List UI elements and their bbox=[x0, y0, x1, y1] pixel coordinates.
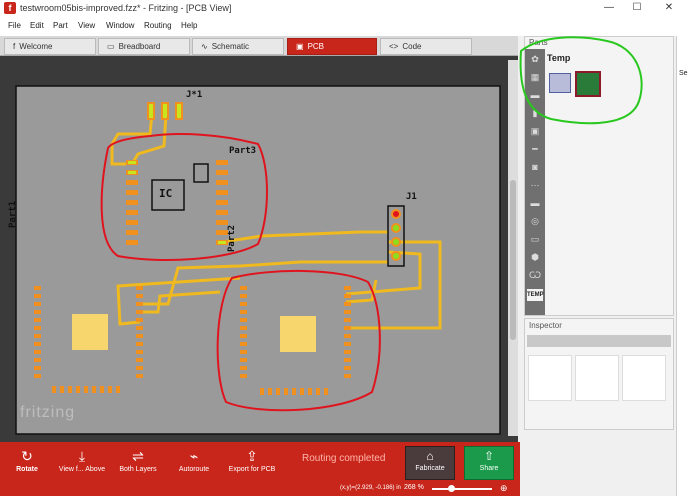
hex-bin-icon[interactable]: ⬢ bbox=[528, 251, 542, 263]
tab-label: Breadboard bbox=[118, 42, 161, 51]
inspector-view-pcb bbox=[622, 355, 666, 401]
fabricate-button[interactable]: ⌂ Fabricate bbox=[405, 446, 455, 480]
parts-panel: Parts ✿ ▦ ▬ ▮ ▣ ━ ◙ ⋯ ▬ ◎ ▭ ⬢ Ѡ TEMP Tem… bbox=[519, 36, 674, 316]
pcb-canvas[interactable]: J*1 J1 Part3 IC Part1 Part2 fritzing bbox=[0, 56, 518, 442]
cursor-coordinates: (x,y)=(2.929, -0.186) in bbox=[340, 485, 401, 491]
pcb-icon: ▣ bbox=[296, 42, 304, 51]
export-pcb-button[interactable]: ⇪ Export for PCB bbox=[224, 446, 280, 473]
view-from-above-label: View f... Above bbox=[58, 466, 106, 473]
right-edge-panel: Se bbox=[676, 36, 690, 496]
both-layers-button[interactable]: ⇌ Both Layers bbox=[114, 446, 162, 473]
view-from-above-button[interactable]: ⤓ View f... Above bbox=[52, 446, 112, 473]
zoom-slider-handle[interactable] bbox=[448, 485, 455, 492]
temp-bin-tab[interactable]: TEMP bbox=[527, 289, 544, 301]
tab-label: Welcome bbox=[19, 42, 53, 51]
share-label: Share bbox=[479, 465, 499, 472]
fritzing-icon: f bbox=[13, 42, 16, 51]
label-jstar1: J*1 bbox=[186, 90, 203, 100]
header-jstar1 bbox=[147, 102, 183, 120]
menu-part[interactable]: Part bbox=[53, 21, 68, 30]
both-layers-label: Both Layers bbox=[119, 466, 157, 473]
fabricate-label: Fabricate bbox=[415, 465, 445, 472]
socket-bin-icon[interactable]: ◙ bbox=[528, 161, 542, 173]
pcb-board bbox=[15, 85, 501, 435]
label-j1: J1 bbox=[406, 192, 417, 202]
view-tabs: f Welcome ▭ Breadboard ∿ Schematic ▣ PCB <> C… bbox=[0, 36, 518, 56]
wireless-bin-icon[interactable]: ◎ bbox=[528, 215, 542, 227]
fritzing-watermark: fritzing bbox=[20, 404, 76, 421]
close-button[interactable]: ✕ bbox=[658, 1, 680, 15]
tab-schematic[interactable]: ∿ Schematic bbox=[192, 38, 284, 55]
fabricate-icon: ⌂ bbox=[426, 449, 434, 463]
more-bin-icon[interactable]: ⋯ bbox=[528, 179, 542, 191]
tab-label: Code bbox=[402, 42, 422, 51]
share-button[interactable]: ⇧ Share bbox=[464, 446, 514, 480]
share-icon: ⇧ bbox=[483, 449, 495, 463]
inspector-title: Inspector bbox=[529, 321, 562, 330]
rotate-icon: ↻ bbox=[21, 448, 33, 464]
search-hint: Se bbox=[679, 70, 688, 77]
export-label: Export for PCB bbox=[228, 466, 276, 473]
green-annotation bbox=[519, 36, 643, 125]
menu-file[interactable]: File bbox=[8, 21, 21, 30]
maximize-button[interactable]: ☐ bbox=[626, 1, 648, 15]
folder-bin-icon[interactable]: ▬ bbox=[528, 197, 542, 209]
menu-help[interactable]: Help bbox=[181, 21, 197, 30]
export-icon: ⇪ bbox=[246, 448, 258, 464]
inspector-view-breadboard bbox=[528, 355, 572, 401]
tab-breadboard[interactable]: ▭ Breadboard bbox=[98, 38, 190, 55]
tab-welcome[interactable]: f Welcome bbox=[4, 38, 96, 55]
inspector-view-schematic bbox=[575, 355, 619, 401]
label-part3: Part3 bbox=[229, 146, 257, 156]
menu-window[interactable]: Window bbox=[106, 21, 134, 30]
label-ic: IC bbox=[159, 187, 173, 200]
schematic-icon: ∿ bbox=[201, 42, 208, 51]
fritzing-app-icon: f bbox=[4, 2, 16, 14]
menu-view[interactable]: View bbox=[78, 21, 95, 30]
title-bar: f testwroom05bis-improved.fzz* - Fritzin… bbox=[0, 0, 690, 17]
zoom-slider[interactable] bbox=[432, 488, 492, 490]
connector-bin-icon[interactable]: ━ bbox=[528, 143, 542, 155]
pcb-drawing bbox=[15, 85, 501, 435]
view-from-above-icon: ⤓ bbox=[78, 448, 86, 464]
layers-icon: ⇌ bbox=[132, 448, 144, 464]
module-left-thermal-pad bbox=[72, 314, 108, 350]
module-right-thermal-pad bbox=[280, 316, 316, 352]
tab-label: Schematic bbox=[211, 42, 250, 51]
label-part1: Part1 bbox=[8, 200, 18, 228]
minimize-button[interactable]: — bbox=[598, 1, 620, 15]
tab-label: PCB bbox=[307, 42, 325, 51]
status-bar: (x,y)=(2.929, -0.186) in 268 % ⊕ bbox=[0, 482, 520, 496]
inspector-panel: Inspector bbox=[524, 318, 674, 430]
rotate-button[interactable]: ↻ Rotate bbox=[10, 446, 44, 473]
inspector-header-bar bbox=[527, 335, 671, 347]
breadboard-icon: ▭ bbox=[107, 42, 115, 51]
autoroute-icon: ⌁ bbox=[189, 448, 199, 464]
scrollbar-thumb[interactable] bbox=[510, 180, 516, 340]
menu-edit[interactable]: Edit bbox=[30, 21, 44, 30]
omega-bin-icon[interactable]: Ѡ bbox=[528, 269, 542, 281]
rotate-label: Rotate bbox=[16, 466, 38, 473]
label-part2: Part2 bbox=[227, 224, 237, 252]
zoom-in-icon[interactable]: ⊕ bbox=[500, 483, 508, 494]
autoroute-button[interactable]: ⌁ Autoroute bbox=[172, 446, 216, 473]
zoom-level: 268 % bbox=[404, 484, 424, 491]
tab-pcb[interactable]: ▣ PCB bbox=[287, 38, 377, 55]
menu-routing[interactable]: Routing bbox=[144, 21, 172, 30]
panel-bin-icon[interactable]: ▭ bbox=[528, 233, 542, 245]
window-title: testwroom05bis-improved.fzz* - Fritzing … bbox=[20, 3, 232, 13]
autoroute-label: Autoroute bbox=[178, 466, 210, 473]
tab-code[interactable]: <> Code bbox=[380, 38, 472, 55]
routing-status: Routing completed bbox=[302, 453, 386, 464]
code-icon: <> bbox=[389, 42, 399, 51]
